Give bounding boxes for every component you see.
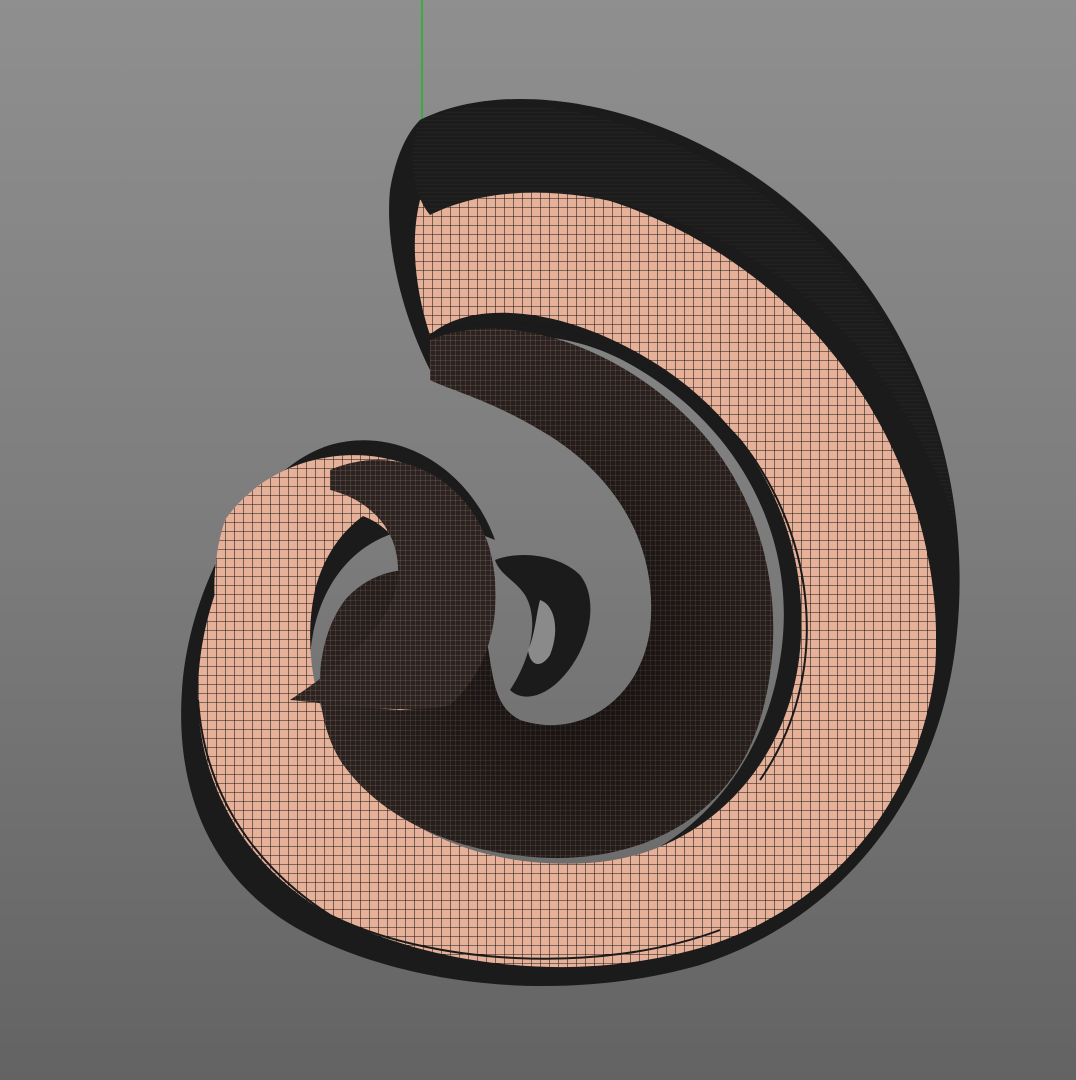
3d-viewport[interactable] [0,0,1076,1080]
viewport-canvas[interactable] [0,0,1076,1080]
shell-model[interactable] [181,98,960,987]
